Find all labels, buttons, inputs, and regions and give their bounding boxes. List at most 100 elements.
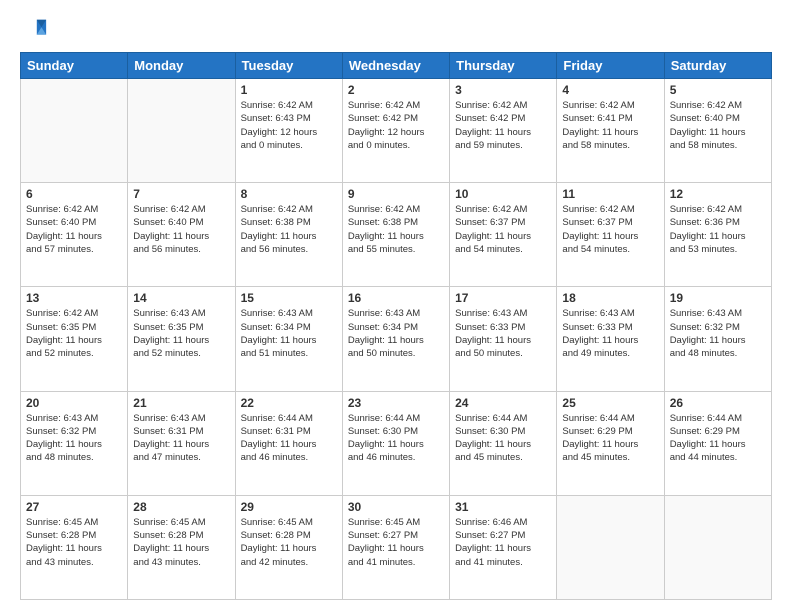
day-number: 27 [26, 500, 122, 514]
calendar-cell: 30 Sunrise: 6:45 AM Sunset: 6:27 PM Dayli… [342, 495, 449, 599]
calendar-cell: 29Sunrise: 6:45 AM Sunset: 6:28 PM Dayli… [235, 495, 342, 599]
calendar-cell: 8 Sunrise: 6:42 AM Sunset: 6:38 PM Daylig… [235, 183, 342, 287]
day-info: Sunrise: 6:42 AM Sunset: 6:43 PM Dayligh… [241, 99, 337, 152]
day-number: 30 [348, 500, 444, 514]
calendar-cell [128, 79, 235, 183]
calendar-cell: 26 Sunrise: 6:44 AM Sunset: 6:29 PM Dayli… [664, 391, 771, 495]
calendar-cell: 17 Sunrise: 6:43 AM Sunset: 6:33 PM Dayli… [450, 287, 557, 391]
calendar-cell: 23 Sunrise: 6:44 AM Sunset: 6:30 PM Dayli… [342, 391, 449, 495]
header [20, 16, 772, 44]
calendar-cell: 14 Sunrise: 6:43 AM Sunset: 6:35 PM Dayli… [128, 287, 235, 391]
weekday-header-tuesday: Tuesday [235, 53, 342, 79]
weekday-header-wednesday: Wednesday [342, 53, 449, 79]
calendar-cell: 24 Sunrise: 6:44 AM Sunset: 6:30 PM Dayli… [450, 391, 557, 495]
calendar-cell: 5 Sunrise: 6:42 AM Sunset: 6:40 PM Daylig… [664, 79, 771, 183]
day-number: 9 [348, 187, 444, 201]
page: SundayMondayTuesdayWednesdayThursdayFrid… [0, 0, 792, 612]
logo-icon [20, 16, 48, 44]
calendar-week-4: 20Sunrise: 6:43 AM Sunset: 6:32 PM Dayli… [21, 391, 772, 495]
calendar-cell: 28 Sunrise: 6:45 AM Sunset: 6:28 PM Dayli… [128, 495, 235, 599]
day-info: Sunrise: 6:43 AM Sunset: 6:34 PM Dayligh… [241, 307, 337, 360]
calendar-cell: 20Sunrise: 6:43 AM Sunset: 6:32 PM Dayli… [21, 391, 128, 495]
day-info: Sunrise: 6:42 AM Sunset: 6:38 PM Dayligh… [241, 203, 337, 256]
day-number: 23 [348, 396, 444, 410]
calendar-cell [557, 495, 664, 599]
day-info: Sunrise: 6:45 AM Sunset: 6:28 PM Dayligh… [241, 516, 337, 569]
day-info: Sunrise: 6:43 AM Sunset: 6:33 PM Dayligh… [455, 307, 551, 360]
day-info: Sunrise: 6:42 AM Sunset: 6:35 PM Dayligh… [26, 307, 122, 360]
day-info: Sunrise: 6:44 AM Sunset: 6:31 PM Dayligh… [241, 412, 337, 465]
calendar-cell: 18 Sunrise: 6:43 AM Sunset: 6:33 PM Dayli… [557, 287, 664, 391]
day-info: Sunrise: 6:43 AM Sunset: 6:35 PM Dayligh… [133, 307, 229, 360]
calendar-cell: 1 Sunrise: 6:42 AM Sunset: 6:43 PM Daylig… [235, 79, 342, 183]
calendar-cell: 27 Sunrise: 6:45 AM Sunset: 6:28 PM Dayli… [21, 495, 128, 599]
day-number: 25 [562, 396, 658, 410]
calendar-week-3: 13Sunrise: 6:42 AM Sunset: 6:35 PM Dayli… [21, 287, 772, 391]
calendar-cell: 31 Sunrise: 6:46 AM Sunset: 6:27 PM Dayli… [450, 495, 557, 599]
calendar-cell: 21 Sunrise: 6:43 AM Sunset: 6:31 PM Dayli… [128, 391, 235, 495]
logo [20, 16, 50, 44]
calendar-cell: 3Sunrise: 6:42 AM Sunset: 6:42 PM Daylig… [450, 79, 557, 183]
calendar-cell [664, 495, 771, 599]
day-info: Sunrise: 6:44 AM Sunset: 6:30 PM Dayligh… [348, 412, 444, 465]
day-number: 17 [455, 291, 551, 305]
day-info: Sunrise: 6:45 AM Sunset: 6:27 PM Dayligh… [348, 516, 444, 569]
day-info: Sunrise: 6:44 AM Sunset: 6:30 PM Dayligh… [455, 412, 551, 465]
calendar-cell: 15Sunrise: 6:43 AM Sunset: 6:34 PM Dayli… [235, 287, 342, 391]
calendar-cell: 9 Sunrise: 6:42 AM Sunset: 6:38 PM Daylig… [342, 183, 449, 287]
weekday-header-sunday: Sunday [21, 53, 128, 79]
weekday-header-friday: Friday [557, 53, 664, 79]
weekday-header-saturday: Saturday [664, 53, 771, 79]
day-number: 10 [455, 187, 551, 201]
day-number: 5 [670, 83, 766, 97]
calendar-cell: 11Sunrise: 6:42 AM Sunset: 6:37 PM Dayli… [557, 183, 664, 287]
weekday-header-monday: Monday [128, 53, 235, 79]
day-info: Sunrise: 6:43 AM Sunset: 6:33 PM Dayligh… [562, 307, 658, 360]
day-number: 12 [670, 187, 766, 201]
day-info: Sunrise: 6:42 AM Sunset: 6:38 PM Dayligh… [348, 203, 444, 256]
day-info: Sunrise: 6:43 AM Sunset: 6:31 PM Dayligh… [133, 412, 229, 465]
day-number: 7 [133, 187, 229, 201]
day-number: 18 [562, 291, 658, 305]
day-info: Sunrise: 6:46 AM Sunset: 6:27 PM Dayligh… [455, 516, 551, 569]
day-info: Sunrise: 6:42 AM Sunset: 6:40 PM Dayligh… [26, 203, 122, 256]
calendar-cell: 12 Sunrise: 6:42 AM Sunset: 6:36 PM Dayli… [664, 183, 771, 287]
day-number: 4 [562, 83, 658, 97]
calendar-cell: 2 Sunrise: 6:42 AM Sunset: 6:42 PM Daylig… [342, 79, 449, 183]
calendar-cell: 25 Sunrise: 6:44 AM Sunset: 6:29 PM Dayli… [557, 391, 664, 495]
weekday-header-row: SundayMondayTuesdayWednesdayThursdayFrid… [21, 53, 772, 79]
day-info: Sunrise: 6:43 AM Sunset: 6:34 PM Dayligh… [348, 307, 444, 360]
day-number: 1 [241, 83, 337, 97]
calendar-cell [21, 79, 128, 183]
calendar-cell: 13Sunrise: 6:42 AM Sunset: 6:35 PM Dayli… [21, 287, 128, 391]
day-info: Sunrise: 6:42 AM Sunset: 6:42 PM Dayligh… [348, 99, 444, 152]
day-info: Sunrise: 6:44 AM Sunset: 6:29 PM Dayligh… [670, 412, 766, 465]
day-number: 28 [133, 500, 229, 514]
day-number: 2 [348, 83, 444, 97]
day-number: 21 [133, 396, 229, 410]
day-number: 6 [26, 187, 122, 201]
day-info: Sunrise: 6:42 AM Sunset: 6:41 PM Dayligh… [562, 99, 658, 152]
day-number: 31 [455, 500, 551, 514]
day-info: Sunrise: 6:42 AM Sunset: 6:37 PM Dayligh… [455, 203, 551, 256]
day-info: Sunrise: 6:43 AM Sunset: 6:32 PM Dayligh… [670, 307, 766, 360]
calendar-week-5: 27 Sunrise: 6:45 AM Sunset: 6:28 PM Dayli… [21, 495, 772, 599]
day-info: Sunrise: 6:42 AM Sunset: 6:42 PM Dayligh… [455, 99, 551, 152]
day-number: 26 [670, 396, 766, 410]
calendar-week-1: 1 Sunrise: 6:42 AM Sunset: 6:43 PM Daylig… [21, 79, 772, 183]
calendar-cell: 4 Sunrise: 6:42 AM Sunset: 6:41 PM Daylig… [557, 79, 664, 183]
calendar-cell: 6 Sunrise: 6:42 AM Sunset: 6:40 PM Daylig… [21, 183, 128, 287]
day-number: 16 [348, 291, 444, 305]
day-info: Sunrise: 6:44 AM Sunset: 6:29 PM Dayligh… [562, 412, 658, 465]
weekday-header-thursday: Thursday [450, 53, 557, 79]
day-info: Sunrise: 6:42 AM Sunset: 6:36 PM Dayligh… [670, 203, 766, 256]
calendar-cell: 19Sunrise: 6:43 AM Sunset: 6:32 PM Dayli… [664, 287, 771, 391]
day-number: 8 [241, 187, 337, 201]
day-info: Sunrise: 6:45 AM Sunset: 6:28 PM Dayligh… [26, 516, 122, 569]
calendar-cell: 7Sunrise: 6:42 AM Sunset: 6:40 PM Daylig… [128, 183, 235, 287]
day-number: 24 [455, 396, 551, 410]
day-number: 14 [133, 291, 229, 305]
day-number: 20 [26, 396, 122, 410]
day-info: Sunrise: 6:42 AM Sunset: 6:40 PM Dayligh… [670, 99, 766, 152]
day-info: Sunrise: 6:45 AM Sunset: 6:28 PM Dayligh… [133, 516, 229, 569]
